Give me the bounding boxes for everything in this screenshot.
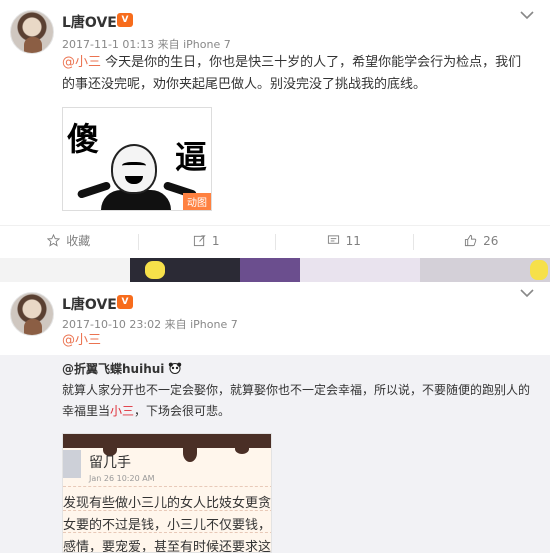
comment-count: 11 bbox=[345, 233, 361, 248]
avatar[interactable] bbox=[10, 10, 54, 54]
panda-icon bbox=[169, 362, 182, 374]
like-count: 26 bbox=[483, 233, 499, 248]
reposted-content: @折翼飞蝶huihui 就算人家分开也不一定会娶你，就算娶你也不一定会幸福，所以… bbox=[0, 355, 550, 553]
mention-link[interactable]: @小三 bbox=[62, 333, 101, 348]
post-text: @小三 今天是你的生日，你也是快三十岁的人了，希望你能学会行为检点，我们的事还没… bbox=[62, 52, 532, 96]
repost-author-link[interactable]: @折翼飞蝶huihui bbox=[62, 362, 164, 376]
source: 来自 iPhone 7 bbox=[157, 38, 231, 51]
meme-face bbox=[111, 144, 157, 194]
like-button[interactable]: 26 bbox=[412, 226, 550, 255]
comment-icon bbox=[327, 235, 339, 244]
divider bbox=[63, 510, 271, 511]
repost-text: @折翼飞蝶huihui 就算人家分开也不一定会娶你，就算娶你也不一定会幸福，所以… bbox=[62, 359, 532, 422]
vip-badge-icon: V bbox=[117, 13, 133, 27]
repost-button[interactable]: 1 bbox=[137, 226, 276, 255]
screenshot-line: 女要的不过是钱，小三儿不仅要钱，还 bbox=[63, 518, 272, 533]
weibo-post: L唐OVE V 2017-11-1 01:13 来自 iPhone 7 @小三 … bbox=[0, 0, 550, 258]
screenshot-date: Jan 26 10:20 AM bbox=[89, 474, 155, 483]
background-strip bbox=[0, 258, 550, 282]
comment-button[interactable]: 11 bbox=[275, 226, 413, 255]
screenshot-line: 发现有些做小三儿的女人比妓女更贪 bbox=[63, 496, 272, 511]
meme-image[interactable]: 傻 逼 动图 bbox=[62, 107, 212, 211]
screenshot-thumbnail bbox=[63, 450, 81, 478]
repost-count: 1 bbox=[211, 233, 220, 248]
chevron-down-icon[interactable] bbox=[520, 288, 534, 298]
avatar[interactable] bbox=[10, 292, 54, 336]
post-text: @小三 bbox=[62, 330, 532, 352]
meme-word-left: 傻 bbox=[67, 120, 100, 158]
action-bar: 收藏 1 11 26 bbox=[0, 225, 550, 255]
favorite-button[interactable]: 收藏 bbox=[0, 226, 138, 255]
decoration bbox=[235, 444, 249, 454]
meme-word-right: 逼 bbox=[174, 138, 207, 176]
mention-link[interactable]: @小三 bbox=[62, 55, 101, 70]
post-body: 今天是你的生日，你也是快三十岁的人了，希望你能学会行为检点，我们的事还没完呢，劝… bbox=[62, 55, 522, 92]
screenshot-line: 感情，要宠爱，甚至有时候还要求这 bbox=[63, 540, 272, 553]
decoration bbox=[183, 444, 197, 462]
username[interactable]: L唐OVE bbox=[62, 12, 117, 32]
repost-body-end: ，下场会很可悲。 bbox=[134, 404, 231, 418]
favorite-label: 收藏 bbox=[66, 234, 91, 248]
vip-badge-icon: V bbox=[117, 295, 133, 309]
post-meta: 2017-11-1 01:13 来自 iPhone 7 bbox=[62, 36, 231, 52]
gif-tag: 动图 bbox=[183, 193, 211, 210]
screenshot-title: 留几手 bbox=[89, 455, 131, 471]
attached-screenshot[interactable]: 留几手 Jan 26 10:20 AM 发现有些做小三儿的女人比妓女更贪 女要的… bbox=[62, 433, 272, 553]
username[interactable]: L唐OVE bbox=[62, 294, 117, 314]
divider bbox=[63, 486, 271, 487]
decoration bbox=[530, 260, 548, 280]
weibo-post: L唐OVE V 2017-10-10 23:02 来自 iPhone 7 @小三… bbox=[0, 282, 550, 553]
repost-icon bbox=[193, 235, 206, 247]
divider bbox=[63, 532, 271, 533]
star-icon bbox=[47, 234, 61, 247]
decoration bbox=[145, 261, 165, 279]
timestamp[interactable]: 2017-11-1 01:13 bbox=[62, 38, 154, 51]
chevron-down-icon[interactable] bbox=[520, 10, 534, 20]
like-icon bbox=[465, 234, 477, 247]
repost-highlight-link[interactable]: 小三 bbox=[110, 404, 134, 418]
